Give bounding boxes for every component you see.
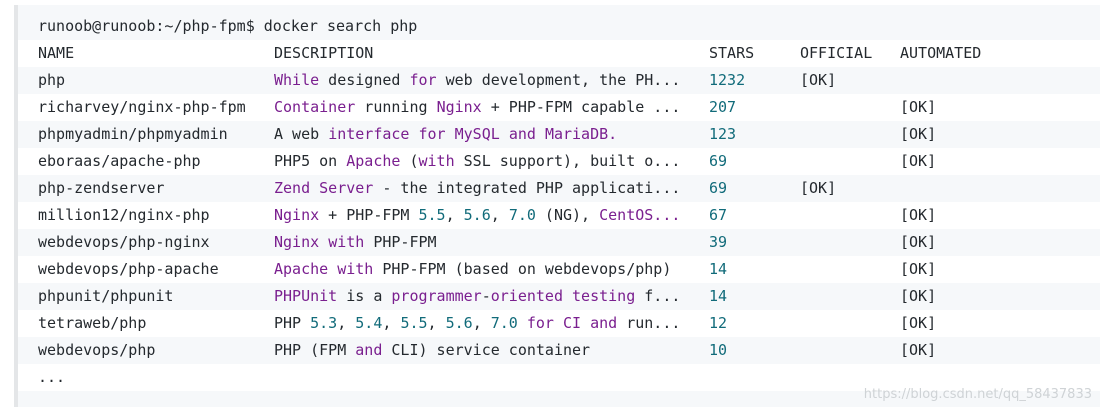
row-name: webdevops/php [38, 341, 156, 359]
row-description: PHP (FPM and CLI) service container [274, 341, 591, 359]
row-name: php-zendserver [38, 179, 165, 197]
watermark: https://blog.csdn.net/qq_58437833 [863, 387, 1092, 402]
row-automated: [OK] [900, 341, 937, 359]
table-row: webdevops/php-nginx Nginx with PHP-FPM 39 [… [18, 229, 1100, 256]
table-row: php While designed for web development, t… [18, 67, 1100, 94]
row-description: PHP5 on Apache (with SSL support), built… [274, 152, 681, 170]
row-stars: 14 [709, 260, 728, 278]
row-name: million12/nginx-php [38, 206, 210, 224]
header-official: OFFICIAL [800, 44, 873, 62]
row-description: Zend Server - the integrated PHP applica… [274, 179, 681, 197]
row-description: Container running Nginx + PHP-FPM capabl… [274, 98, 681, 116]
table-header: NAME DESCRIPTION STARS OFFICIAL AUTOMATE… [18, 40, 1100, 67]
row-official: [OK] [800, 179, 837, 197]
row-name: richarvey/nginx-php-fpm [38, 98, 246, 116]
row-description: While designed for web development, the … [274, 71, 681, 89]
row-description: Nginx with PHP-FPM [274, 233, 437, 251]
row-automated: [OK] [900, 206, 937, 224]
header-stars: STARS [709, 44, 755, 62]
table-row: php-zendserver Zend Server - the integrat… [18, 175, 1100, 202]
row-stars: 123 [709, 125, 737, 143]
row-description: PHPUnit is a programmer-oriented testing… [274, 287, 681, 305]
header-name: NAME [38, 44, 75, 62]
row-automated: [OK] [900, 233, 937, 251]
row-name: phpmyadmin/phpmyadmin [38, 125, 228, 143]
row-name: php [38, 71, 66, 89]
terminal-code-block: runoob@runoob:~/php-fpm$ docker search p… [14, 5, 1100, 407]
row-description: PHP 5.3, 5.4, 5.5, 5.6, 7.0 for CI and r… [274, 314, 681, 332]
row-stars: 69 [709, 179, 728, 197]
row-stars: 14 [709, 287, 728, 305]
table-row: eboraas/apache-php PHP5 on Apache (with S… [18, 148, 1100, 175]
row-name: phpunit/phpunit [38, 287, 174, 305]
row-automated: [OK] [900, 314, 937, 332]
table-row: richarvey/nginx-php-fpm Container running… [18, 94, 1100, 121]
row-stars: 10 [709, 341, 728, 359]
row-description: Nginx + PHP-FPM 5.5, 5.6, 7.0 (NG), Cent… [274, 206, 681, 224]
row-description: Apache with PHP-FPM (based on webdevops/… [274, 260, 672, 278]
row-name: tetraweb/php [38, 314, 147, 332]
row-automated: [OK] [900, 98, 937, 116]
page: runoob@runoob:~/php-fpm$ docker search p… [0, 0, 1100, 416]
row-stars: 207 [709, 98, 737, 116]
row-automated: [OK] [900, 152, 937, 170]
row-name: webdevops/php-apache [38, 260, 219, 278]
table-row: tetraweb/php PHP 5.3, 5.4, 5.5, 5.6, 7.0 … [18, 310, 1100, 337]
row-description: A web interface for MySQL and MariaDB. [274, 125, 618, 143]
row-stars: 67 [709, 206, 728, 224]
row-official: [OK] [800, 71, 837, 89]
table-row: phpmyadmin/phpmyadmin A web interface for… [18, 121, 1100, 148]
row-stars: 12 [709, 314, 728, 332]
command-line: runoob@runoob:~/php-fpm$ docker search p… [18, 13, 1100, 40]
row-stars: 69 [709, 152, 728, 170]
header-description: DESCRIPTION [274, 44, 374, 62]
command-text: runoob@runoob:~/php-fpm$ docker search p… [38, 17, 418, 35]
table-row: phpunit/phpunit PHPUnit is a programmer-o… [18, 283, 1100, 310]
table-row: webdevops/php-apache Apache with PHP-FPM … [18, 256, 1100, 283]
row-stars: 1232 [709, 71, 746, 89]
row-name: eboraas/apache-php [38, 152, 201, 170]
table-row: webdevops/php PHP (FPM and CLI) service c… [18, 337, 1100, 364]
ellipsis-text: ... [38, 368, 66, 386]
header-automated: AUTOMATED [900, 44, 982, 62]
row-automated: [OK] [900, 287, 937, 305]
row-stars: 39 [709, 233, 728, 251]
row-automated: [OK] [900, 125, 937, 143]
row-name: webdevops/php-nginx [38, 233, 210, 251]
row-automated: [OK] [900, 260, 937, 278]
table-row: million12/nginx-php Nginx + PHP-FPM 5.5, … [18, 202, 1100, 229]
